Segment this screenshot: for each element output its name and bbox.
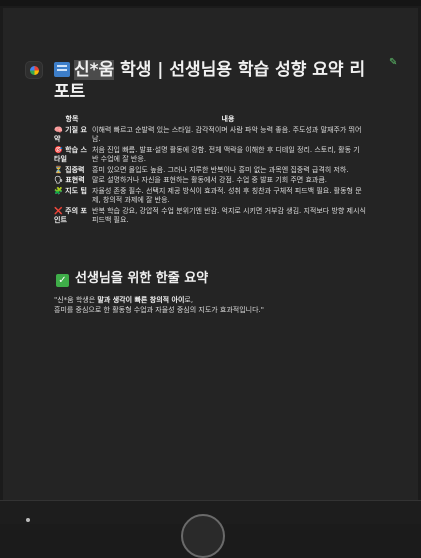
table-row: 🎯 학습 스타일 처음 진입 빠름. 발표·설명 활동에 강함. 전체 맥락을 … xyxy=(54,146,366,166)
assistant-avatar-icon xyxy=(26,62,42,78)
scroll-button[interactable] xyxy=(181,514,225,558)
comment-icon[interactable]: ✎ xyxy=(389,57,401,69)
dot-icon xyxy=(26,518,30,522)
target-icon: 🎯 xyxy=(54,145,63,154)
brain-icon: 🧠 xyxy=(54,125,63,134)
page-title: 신*움 학생 | 선생님용 학습 성향 요약 리포트 xyxy=(54,59,374,103)
row-label: 표현력 xyxy=(65,176,85,184)
summary-table: 항목 내용 🧠 기질 요약 이해력 빠르고 순발력 있는 스타일. 감각적이며 … xyxy=(54,115,366,227)
check-icon: ✓ xyxy=(56,274,69,287)
speaking-head-icon: 🗣 xyxy=(54,176,63,184)
summary-heading: ✓ 선생님을 위한 한줄 요약 xyxy=(56,267,208,287)
column-header-item: 항목 xyxy=(65,115,79,123)
row-desc: 자율성 존중 필수. 선택지 제공 방식이 효과적. 성취 후 칭찬과 구체적 … xyxy=(92,186,362,205)
row-label: 집중력 xyxy=(65,165,85,174)
summary-quote: "신*움 학생은 말과 생각이 빠른 창의적 아이로, 흥미를 중심으로 한 활… xyxy=(54,296,265,314)
hourglass-icon: ⏳ xyxy=(54,165,63,174)
book-icon xyxy=(54,62,70,77)
row-desc: 이해력 빠르고 순발력 있는 스타일. 감각적이며 사람 파악 능력 좋음. 주… xyxy=(92,125,362,144)
table-row: ⏳ 집중력 흥미 있으면 몰입도 높음. 그러나 지루한 반복이나 흥미 없는 … xyxy=(54,166,366,177)
row-desc: 흥미 있으면 몰입도 높음. 그러나 지루한 반복이나 흥미 없는 과목엔 집중… xyxy=(92,165,349,174)
row-desc: 말로 설명하거나 자신을 표현하는 활동에서 강점. 수업 중 발표 기회 주면… xyxy=(92,176,328,184)
table-row: 🧩 지도 팁 자율성 존중 필수. 선택지 제공 방식이 효과적. 성취 후 칭… xyxy=(54,187,366,207)
cross-icon: ❌ xyxy=(54,206,63,215)
top-bar xyxy=(0,0,421,6)
column-header-content: 내용 xyxy=(221,115,235,123)
table-row: 🧠 기질 요약 이해력 빠르고 순발력 있는 스타일. 감각적이며 사람 파악 … xyxy=(54,126,366,146)
row-desc: 처음 진입 빠름. 발표·설명 활동에 강함. 전체 맥락을 이해한 후 디테일… xyxy=(92,145,360,164)
table-row: ❌ 주의 포인트 반복 학습 강요, 강압적 수업 분위기엔 반감. 억지로 시… xyxy=(54,207,366,227)
row-desc: 반복 학습 강요, 강압적 수업 분위기엔 반감. 억지로 시키면 거부감 생김… xyxy=(92,206,366,225)
quote-emphasis: 말과 생각이 빠른 창의적 아이 xyxy=(97,296,185,304)
row-label: 지도 팁 xyxy=(65,186,87,195)
table-row: 🗣 표현력 말로 설명하거나 자신을 표현하는 활동에서 강점. 수업 중 발표… xyxy=(54,176,366,187)
student-name: 신*움 xyxy=(74,60,115,80)
puzzle-icon: 🧩 xyxy=(54,186,63,195)
